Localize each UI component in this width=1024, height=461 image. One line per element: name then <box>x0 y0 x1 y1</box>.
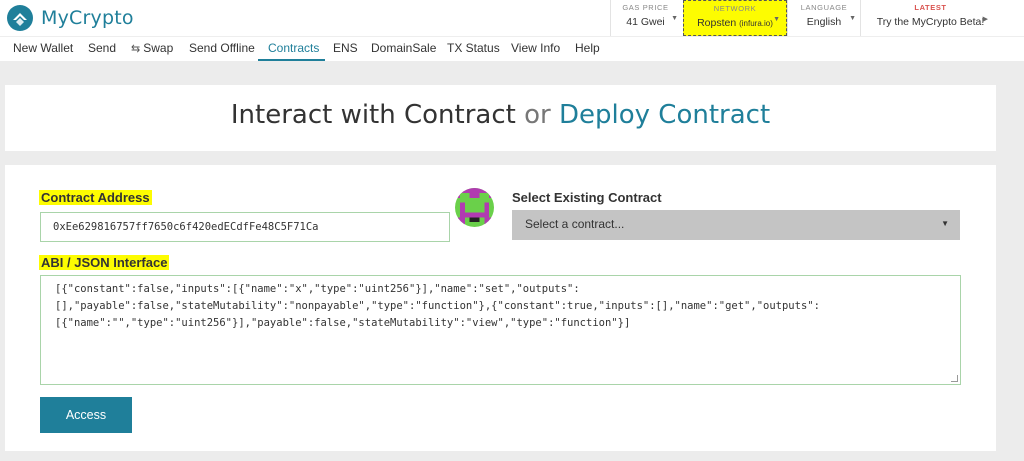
abi-line: [],"payable":false,"stateMutability":"no… <box>55 300 820 312</box>
network-value: Ropsten (infura.io) <box>684 17 786 29</box>
latest-label: LATEST <box>914 3 947 12</box>
select-contract-dropdown[interactable]: Select a contract... ▼ <box>512 210 960 240</box>
language-dropdown[interactable]: LANGUAGE English ▼ <box>787 0 860 36</box>
nav-item-tx-status[interactable]: TX Status <box>447 41 500 55</box>
contract-form-card: Contract Address 0xEe629816757ff7650c6f4… <box>5 165 996 451</box>
title-or: or <box>524 100 551 130</box>
network-provider: (infura.io) <box>739 19 773 28</box>
resize-handle[interactable] <box>951 375 958 382</box>
active-tab-indicator <box>258 59 325 61</box>
gas-price-label: GAS PRICE <box>622 3 669 12</box>
chevron-down-icon: ▼ <box>941 219 949 228</box>
nav-item-view-info[interactable]: View Info <box>511 41 560 55</box>
chevron-right-icon: ▶ <box>982 16 988 23</box>
nav-item-ens[interactable]: ENS <box>333 41 358 55</box>
title-card: Interact with Contract or Deploy Contrac… <box>5 85 996 151</box>
network-name: Ropsten <box>697 17 737 29</box>
main-nav: New Wallet Send ⇆ Swap Send Offline Contr… <box>0 36 1024 61</box>
select-existing-contract-label: Select Existing Contract <box>512 190 662 205</box>
nav-item-domainsale[interactable]: DomainSale <box>371 41 436 55</box>
abi-json-textarea[interactable]: [{"constant":false,"inputs":[{"name":"x"… <box>40 275 961 385</box>
network-label: NETWORK <box>713 4 757 13</box>
top-header: MyCrypto GAS PRICE 41 Gwei ▼ NETWORK Rop… <box>0 0 1024 36</box>
abi-json-label: ABI / JSON Interface <box>39 255 170 270</box>
latest-link[interactable]: LATEST Try the MyCrypto Beta! ▶ <box>860 0 1000 36</box>
network-dropdown[interactable]: NETWORK Ropsten (infura.io) ▼ <box>683 0 787 36</box>
nav-item-swap-label: Swap <box>143 41 174 55</box>
abi-line: [{"name":"","type":"uint256"}],"payable"… <box>55 317 631 329</box>
select-contract-value: Select a contract... <box>525 217 625 231</box>
chevron-down-icon: ▼ <box>849 15 856 22</box>
nav-item-contracts[interactable]: Contracts <box>268 41 319 55</box>
nav-item-new-wallet[interactable]: New Wallet <box>13 41 73 55</box>
latest-value: Try the MyCrypto Beta! <box>876 16 985 28</box>
language-label: LANGUAGE <box>800 3 848 12</box>
chevron-down-icon: ▼ <box>671 15 678 22</box>
identicon-avatar <box>455 188 494 227</box>
page-title: Interact with Contract or Deploy Contrac… <box>5 100 996 130</box>
swap-icon: ⇆ <box>131 43 141 55</box>
abi-line: [{"constant":false,"inputs":[{"name":"x"… <box>55 283 580 295</box>
nav-item-help[interactable]: Help <box>575 41 600 55</box>
nav-item-send-offline[interactable]: Send Offline <box>189 41 255 55</box>
app-name: MyCrypto <box>41 7 134 29</box>
title-interact: Interact with Contract <box>230 100 516 130</box>
nav-item-send[interactable]: Send <box>88 41 116 55</box>
access-button[interactable]: Access <box>40 397 132 433</box>
gas-price-value: 41 Gwei <box>626 16 665 28</box>
mycrypto-logo-icon <box>7 5 33 31</box>
contract-address-label: Contract Address <box>39 190 152 205</box>
logo[interactable]: MyCrypto <box>6 4 134 32</box>
chevron-down-icon: ▼ <box>773 16 780 23</box>
contract-address-input[interactable]: 0xEe629816757ff7650c6f420edECdfFe48C5F71… <box>40 212 450 242</box>
nav-item-swap[interactable]: ⇆ Swap <box>131 41 173 55</box>
gas-price-dropdown[interactable]: GAS PRICE 41 Gwei ▼ <box>610 0 680 36</box>
deploy-contract-link[interactable]: Deploy Contract <box>559 100 770 130</box>
